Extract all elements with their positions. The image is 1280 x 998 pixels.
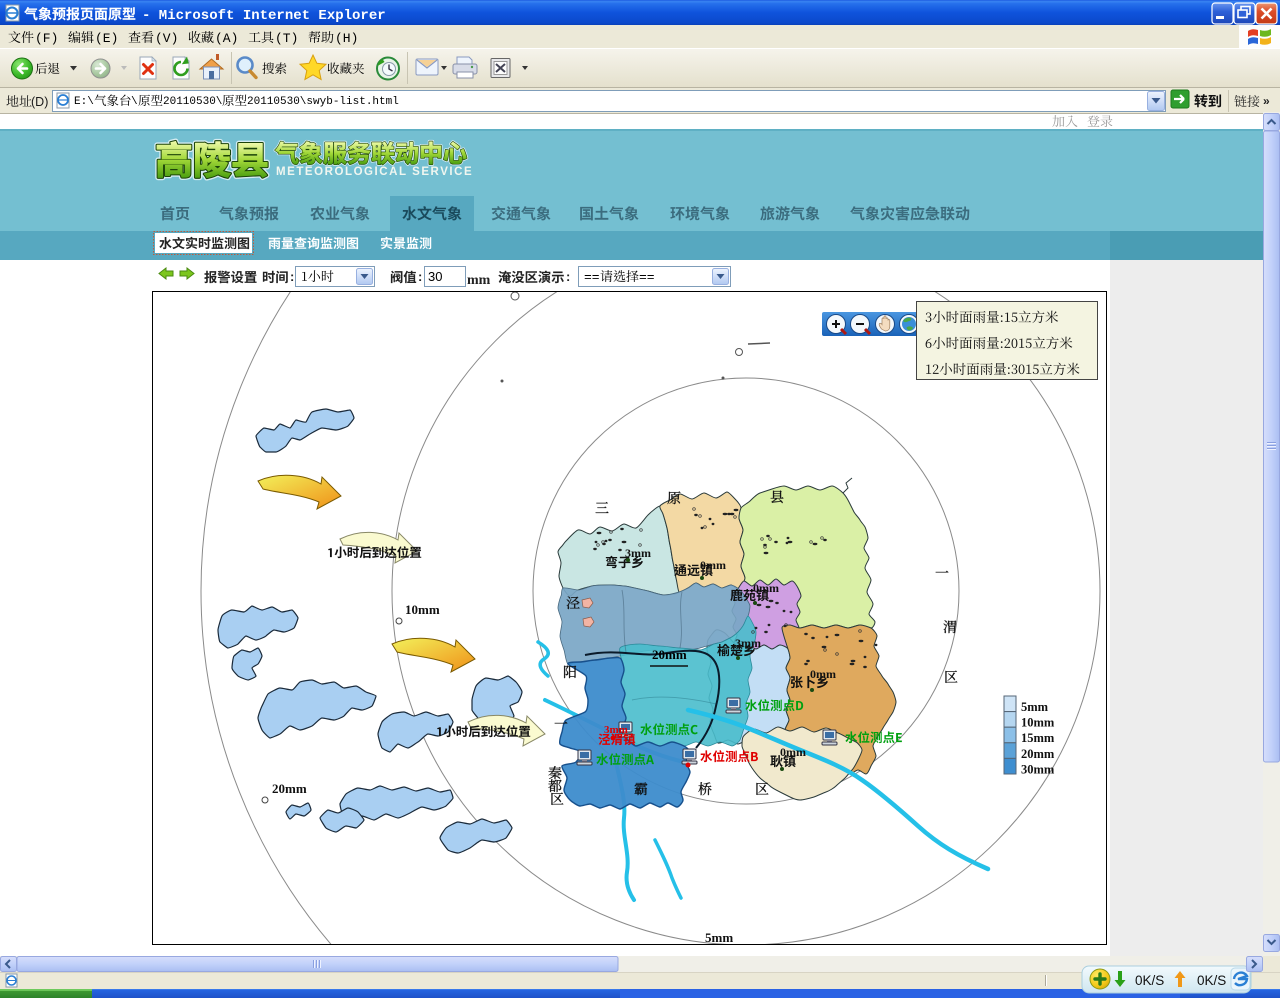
svg-text:30: 30 xyxy=(428,269,442,284)
svg-text:METEOROLOGICAL SERVICE: METEOROLOGICAL SERVICE xyxy=(276,166,473,178)
svg-text:20mm: 20mm xyxy=(1021,747,1055,761)
svg-text:(A): (A) xyxy=(215,31,238,46)
svg-text:5mm: 5mm xyxy=(1021,700,1049,714)
svg-text::: : xyxy=(566,269,570,284)
svg-text:0K/S: 0K/S xyxy=(1135,973,1164,988)
svg-text:5mm: 5mm xyxy=(705,930,733,945)
svg-text:10mm: 10mm xyxy=(1021,716,1055,730)
svg-text:(V): (V) xyxy=(155,31,178,46)
svg-text:20110530\: 20110530\ xyxy=(163,96,222,108)
svg-text:0mm: 0mm xyxy=(700,558,726,572)
svg-text:==: == xyxy=(584,270,600,285)
svg-text::: : xyxy=(418,269,422,284)
svg-text:(E): (E) xyxy=(95,31,118,46)
svg-text:0mm: 0mm xyxy=(810,667,836,681)
svg-text:30mm: 30mm xyxy=(1021,762,1055,776)
svg-text:(D): (D) xyxy=(31,95,48,109)
svg-text:E:\: E:\ xyxy=(74,96,94,108)
svg-text:15mm: 15mm xyxy=(1021,731,1055,745)
svg-text:(F): (F) xyxy=(35,31,58,46)
svg-text:(H): (H) xyxy=(335,31,358,46)
svg-text:0K/S: 0K/S xyxy=(1197,973,1226,988)
svg-text::: : xyxy=(290,269,294,284)
svg-text:\: \ xyxy=(131,96,138,108)
svg-text:(T): (T) xyxy=(275,31,298,46)
svg-text:20mm: 20mm xyxy=(652,647,687,662)
svg-text:20110530\swyb-list.html: 20110530\swyb-list.html xyxy=(247,96,399,108)
svg-text:mm: mm xyxy=(467,273,491,288)
svg-text:20mm: 20mm xyxy=(272,781,307,796)
svg-text:3mm: 3mm xyxy=(604,724,628,736)
svg-text:10mm: 10mm xyxy=(405,602,440,617)
svg-text:- Microsoft Internet Explorer: - Microsoft Internet Explorer xyxy=(142,8,386,24)
svg-text:==: == xyxy=(639,270,655,285)
svg-text:»: » xyxy=(1263,94,1270,108)
